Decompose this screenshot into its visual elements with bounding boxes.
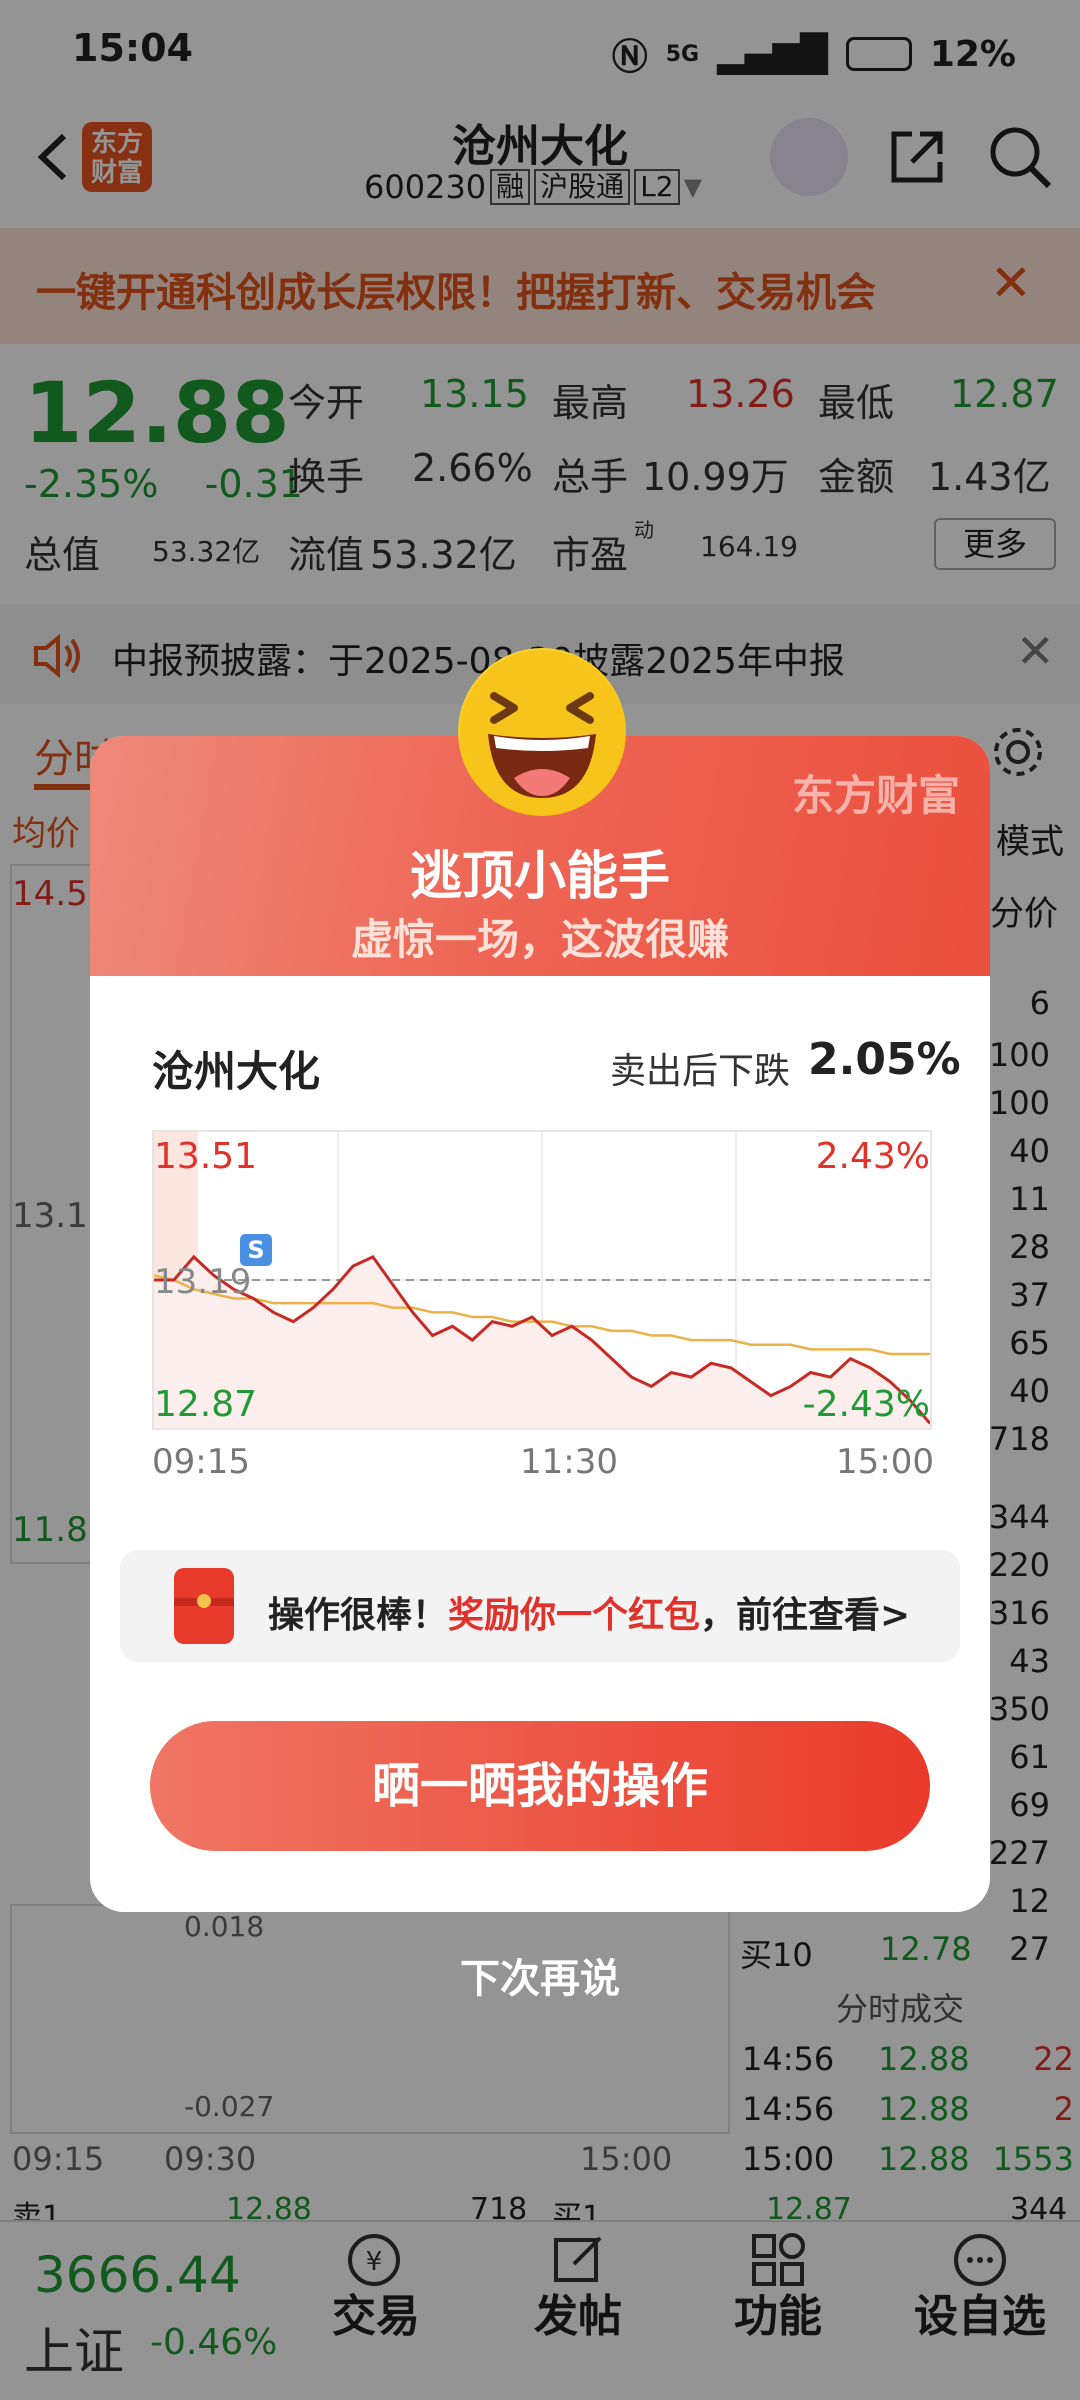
reward-highlight: 奖励你一个红包 [448,1595,701,1636]
time-end: 15:00 [836,1442,934,1482]
time-start: 09:15 [152,1442,250,1482]
reward-prefix: 操作很棒！ [268,1595,449,1636]
modal-title: 逃顶小能手 [409,847,670,907]
reward-suffix: ，前往查看> [700,1595,911,1636]
chart-ref-label: 13.19 [154,1262,252,1302]
reward-text: 操作很棒！奖励你一个红包，前往查看> [268,1586,910,1638]
modal-subtitle: 虚惊一场，这波很赚 [350,915,729,964]
chart-high-pct: 2.43% [815,1136,930,1177]
chart-low-label: 12.87 [154,1384,258,1425]
reward-link[interactable]: 操作很棒！奖励你一个红包，前往查看> [120,1550,960,1662]
achievement-modal: 东方财富 逃顶小能手 虚惊一场，这波很赚 沧州大化 卖出后下跌 2.05% 13… [90,736,990,1912]
brand-watermark: 东方财富 [791,771,960,820]
laughing-emoji-icon [458,648,626,816]
modal-stock-name: 沧州大化 [152,1047,321,1096]
time-mid: 11:30 [520,1442,618,1482]
drop-value: 2.05% [808,1034,961,1085]
drop-label: 卖出后下跌 [610,1051,791,1092]
red-envelope-icon [174,1568,234,1644]
sell-marker: S [240,1234,272,1266]
chart-high-label: 13.51 [154,1136,258,1177]
chart-low-pct: -2.43% [802,1384,930,1425]
intraday-mini-chart: 13.51 2.43% 13.19 12.87 -2.43% S [152,1130,932,1430]
dismiss-later-link[interactable]: 下次再说 [0,1946,1080,2004]
share-operation-button[interactable]: 晒一晒我的操作 [150,1721,930,1851]
